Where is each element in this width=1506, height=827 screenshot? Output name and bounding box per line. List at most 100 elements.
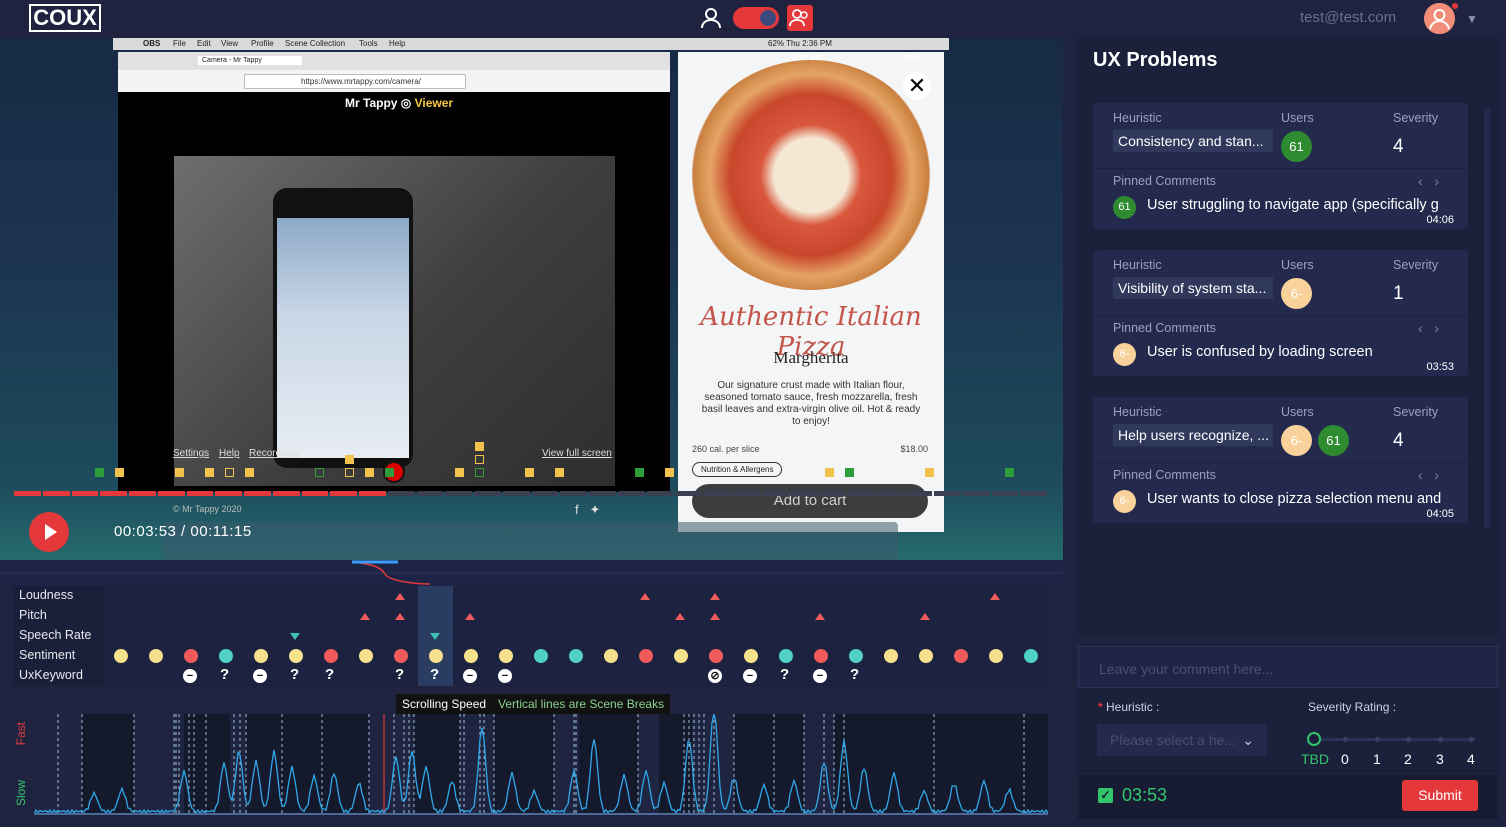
timeline-segment[interactable] — [445, 491, 472, 496]
sentiment-face-icon[interactable] — [989, 649, 1003, 663]
event-marker[interactable] — [175, 468, 184, 477]
event-marker[interactable] — [115, 468, 124, 477]
event-marker[interactable] — [205, 468, 214, 477]
timeline-segment[interactable] — [301, 491, 329, 496]
timeline-segment[interactable] — [387, 491, 415, 496]
event-marker[interactable] — [925, 468, 934, 477]
peak-marker[interactable] — [710, 593, 720, 600]
sentiment-face-icon[interactable] — [114, 649, 128, 663]
question-keyword-icon[interactable]: ? — [325, 666, 334, 683]
sentiment-face-icon[interactable] — [569, 649, 583, 663]
comment-input[interactable]: Leave your comment here... — [1078, 646, 1498, 688]
slider-dot[interactable] — [1343, 737, 1348, 742]
slider-dot[interactable] — [1438, 737, 1443, 742]
video-timeline[interactable] — [14, 491, 1049, 496]
question-keyword-icon[interactable]: ? — [430, 666, 439, 683]
timeline-segment[interactable] — [732, 491, 760, 496]
timeline-segment[interactable] — [905, 491, 932, 496]
sentiment-face-icon[interactable] — [674, 649, 688, 663]
allergens-button[interactable]: Nutrition & Allergens — [692, 462, 783, 477]
event-marker[interactable] — [825, 468, 834, 477]
question-keyword-icon[interactable]: ? — [220, 666, 229, 683]
timeline-segment[interactable] — [71, 491, 99, 496]
hidden-keyword-icon[interactable]: ⊘ — [708, 669, 722, 683]
timeline-segment[interactable] — [157, 491, 185, 496]
severity-tick-3[interactable]: 3 — [1436, 751, 1444, 767]
timeline-segment[interactable] — [359, 491, 386, 496]
timeline-segment[interactable] — [272, 491, 300, 496]
event-marker[interactable] — [245, 468, 254, 477]
event-marker[interactable] — [345, 468, 354, 477]
timeline-segment[interactable] — [704, 491, 731, 496]
timeline-segment[interactable] — [14, 491, 41, 496]
timeline-segment[interactable] — [244, 491, 271, 496]
sentiment-face-icon[interactable] — [289, 649, 303, 663]
severity-tick-tbd[interactable]: TBD — [1301, 751, 1329, 767]
comment-nav-icons[interactable]: ‹ › — [1418, 467, 1439, 483]
timeline-segment[interactable] — [129, 491, 156, 496]
timeline-segment[interactable] — [934, 491, 961, 496]
view-full-screen-link[interactable]: View full screen — [542, 448, 612, 459]
neutral-keyword-icon[interactable]: − — [743, 669, 757, 683]
severity-slider-handle[interactable] — [1307, 732, 1321, 746]
event-marker[interactable] — [525, 468, 534, 477]
sentiment-face-icon[interactable] — [394, 649, 408, 663]
heuristic-select[interactable]: Please select a he... ⌄ — [1097, 724, 1267, 756]
timestamp-checkbox[interactable]: ✓ — [1098, 788, 1113, 803]
question-keyword-icon[interactable]: ? — [290, 666, 299, 683]
neutral-keyword-icon[interactable]: − — [183, 669, 197, 683]
timeline-segment[interactable] — [502, 491, 530, 496]
comment-nav-icons[interactable]: ‹ › — [1418, 173, 1439, 189]
timeline-segment[interactable] — [991, 491, 1019, 496]
problem-card[interactable]: Heuristic Users Severity Help users reco… — [1093, 397, 1468, 523]
timeline-segment[interactable] — [100, 491, 127, 496]
sentiment-face-icon[interactable] — [429, 649, 443, 663]
neutral-keyword-icon[interactable]: − — [498, 669, 512, 683]
timeline-segment[interactable] — [617, 491, 645, 496]
timeline-segment[interactable] — [761, 491, 789, 496]
event-marker[interactable] — [95, 468, 104, 477]
sentiment-face-icon[interactable] — [779, 649, 793, 663]
peak-marker[interactable] — [675, 613, 685, 620]
close-icon[interactable]: ✕ — [903, 72, 931, 100]
severity-tick-0[interactable]: 0 — [1341, 751, 1349, 767]
event-marker[interactable] — [315, 468, 324, 477]
timeline-segment[interactable] — [847, 491, 875, 496]
add-to-cart-button[interactable]: Add to cart — [692, 484, 928, 518]
scene-wave-overview[interactable] — [0, 560, 1063, 586]
timeline-segment[interactable] — [330, 491, 357, 496]
slider-dot[interactable] — [1469, 737, 1474, 742]
timeline-segment[interactable] — [646, 491, 674, 496]
timeline-segment[interactable] — [675, 491, 702, 496]
event-marker[interactable] — [635, 468, 644, 477]
sentiment-face-icon[interactable] — [744, 649, 758, 663]
sentiment-face-icon[interactable] — [884, 649, 898, 663]
peak-marker[interactable] — [990, 593, 1000, 600]
event-marker[interactable] — [665, 468, 674, 477]
severity-tick-1[interactable]: 1 — [1373, 751, 1381, 767]
drop-marker[interactable] — [290, 633, 300, 640]
peak-marker[interactable] — [395, 613, 405, 620]
sentiment-face-icon[interactable] — [499, 649, 513, 663]
sentiment-face-icon[interactable] — [954, 649, 968, 663]
timeline-segment[interactable] — [531, 491, 559, 496]
timeline-segment[interactable] — [42, 491, 70, 496]
collaborators-icon[interactable] — [787, 5, 813, 31]
timeline-segment[interactable] — [186, 491, 214, 496]
help-link[interactable]: Help — [219, 448, 240, 459]
comment-nav-icons[interactable]: ‹ › — [1418, 320, 1439, 336]
sentiment-face-icon[interactable] — [254, 649, 268, 663]
neutral-keyword-icon[interactable]: − — [253, 669, 267, 683]
avatar-icon[interactable] — [1424, 3, 1455, 34]
timeline-segment[interactable] — [560, 491, 587, 496]
drop-marker[interactable] — [430, 633, 440, 640]
severity-slider-track[interactable] — [1314, 738, 1475, 741]
sentiment-face-icon[interactable] — [814, 649, 828, 663]
timeline-segment[interactable] — [215, 491, 242, 496]
comment-timestamp[interactable]: 04:06 — [1426, 214, 1454, 226]
mode-toggle[interactable] — [733, 7, 779, 29]
peak-marker[interactable] — [640, 593, 650, 600]
sentiment-face-icon[interactable] — [639, 649, 653, 663]
settings-link[interactable]: Settings — [173, 448, 209, 459]
timeline-segment[interactable] — [962, 491, 990, 496]
